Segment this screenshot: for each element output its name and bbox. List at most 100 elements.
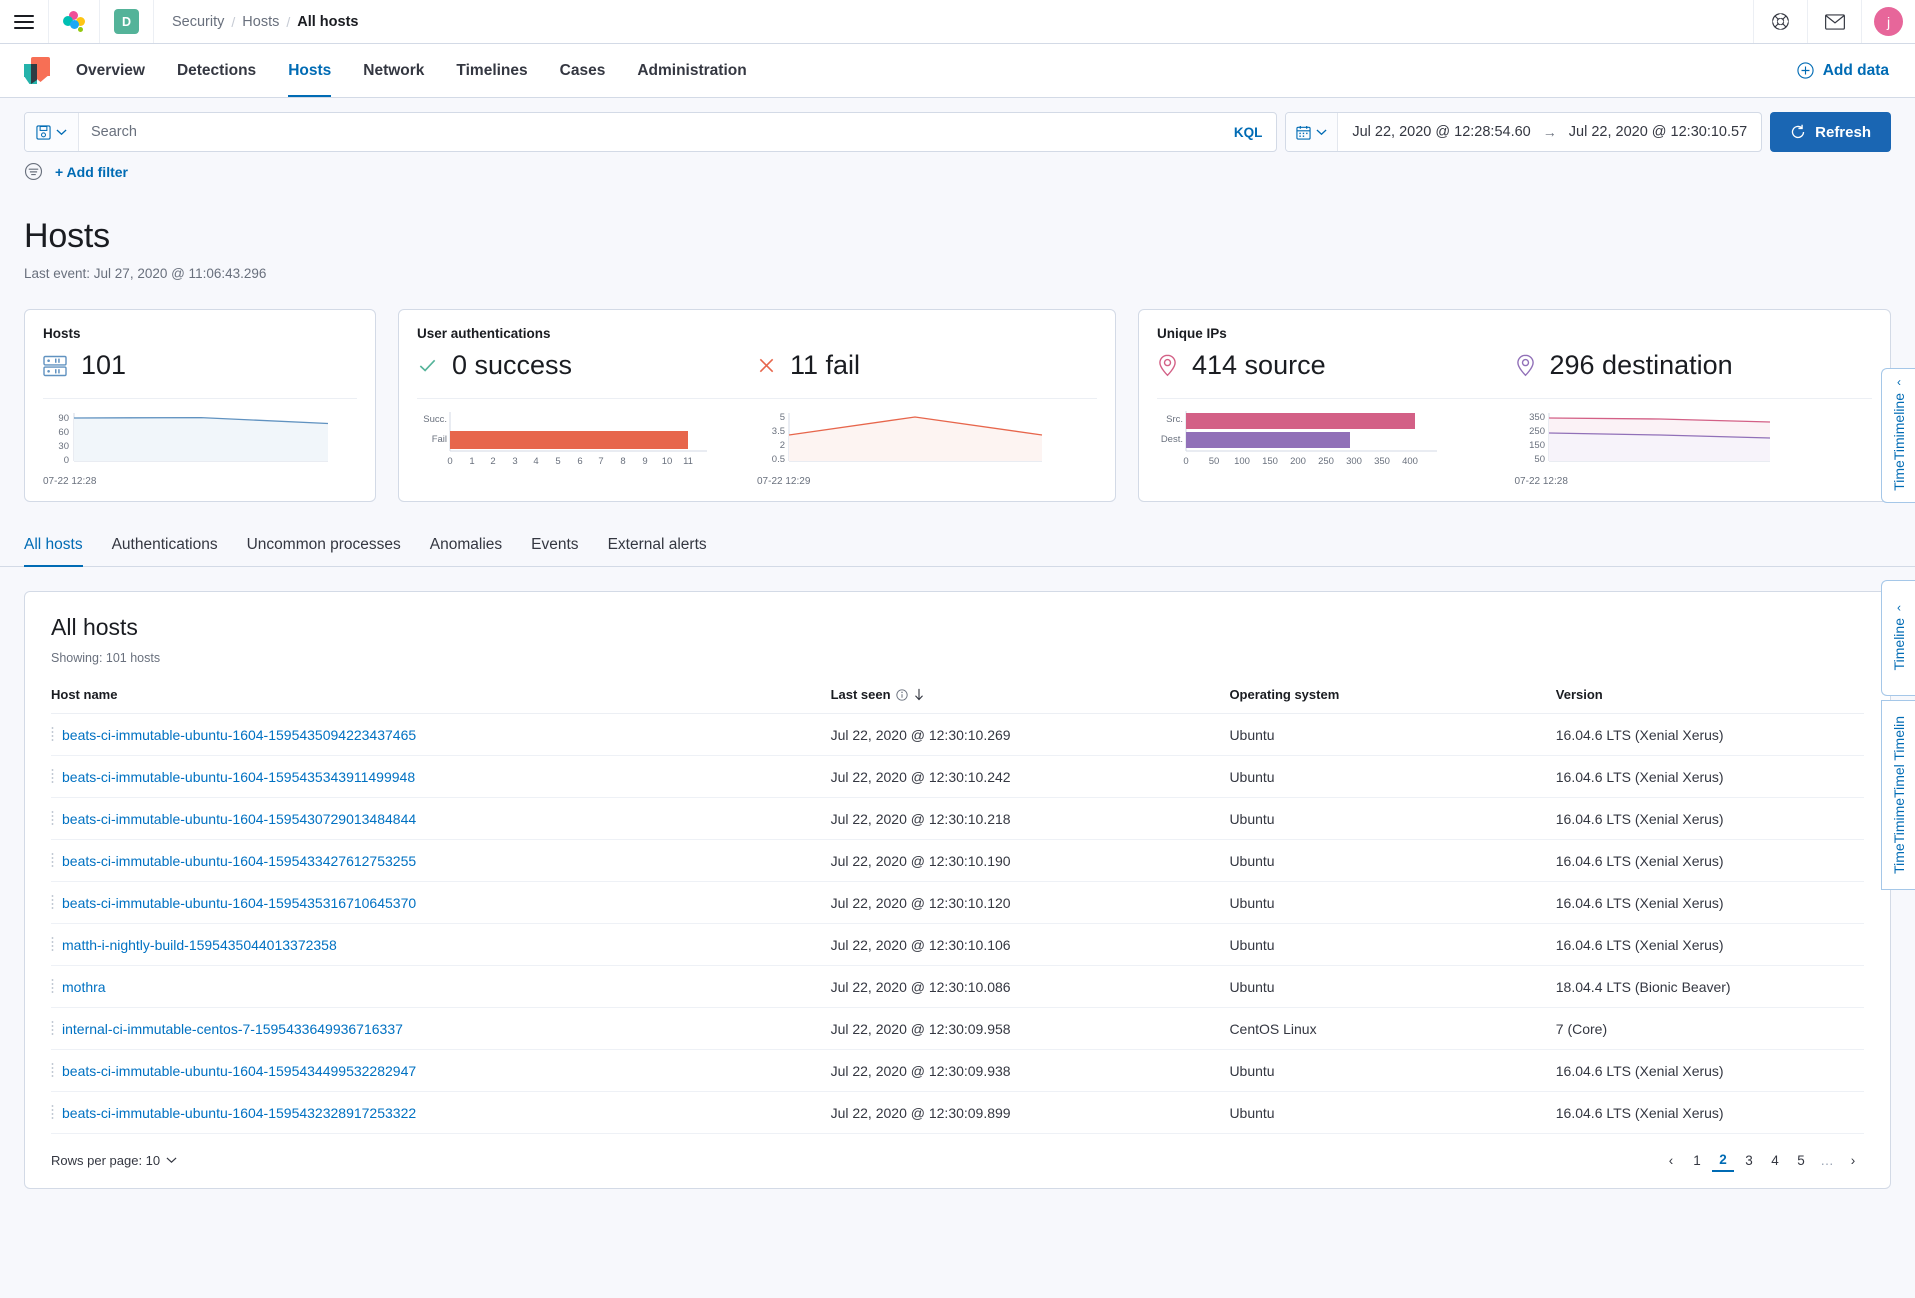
pagination-page-2[interactable]: 2 [1712, 1148, 1734, 1172]
filter-icon[interactable] [24, 162, 43, 181]
auth-area-chart-svg: 5 3.5 2 0.5 [757, 409, 1057, 471]
timeline-flyout-button-1[interactable]: TimeTimimeline ‹ [1881, 368, 1915, 503]
pagination-page-4[interactable]: 4 [1764, 1148, 1786, 1172]
breadcrumb-separator: / [231, 14, 235, 30]
host-link[interactable]: beats-ci-immutable-ubuntu-1604-159543531… [62, 895, 416, 911]
host-link[interactable]: beats-ci-immutable-ubuntu-1604-159543342… [62, 853, 416, 869]
pagination-ellipsis: … [1816, 1148, 1838, 1172]
date-range-display[interactable]: Jul 22, 2020 @ 12:28:54.60 → Jul 22, 202… [1338, 113, 1761, 151]
drag-handle-icon[interactable] [51, 810, 54, 827]
drag-handle-icon[interactable] [51, 1020, 54, 1037]
svg-text:7: 7 [598, 456, 603, 467]
drag-handle-icon[interactable] [51, 936, 54, 953]
chevron-left-icon: ‹ [1897, 600, 1901, 614]
info-icon[interactable] [896, 689, 908, 701]
svg-text:200: 200 [1290, 456, 1306, 467]
nav-item-administration[interactable]: Administration [637, 44, 746, 97]
svg-text:10: 10 [662, 456, 673, 467]
plus-circle-icon [1797, 62, 1814, 79]
cross-icon [757, 356, 776, 375]
help-icon [1771, 12, 1790, 31]
nav-item-overview[interactable]: Overview [76, 44, 145, 97]
timeline-flyout-button-3[interactable]: TimeTimimeTimel Timelin [1881, 700, 1915, 890]
host-link[interactable]: beats-ci-immutable-ubuntu-1604-159543449… [62, 1063, 416, 1079]
tab-uncommon-processes[interactable]: Uncommon processes [247, 536, 401, 566]
breadcrumb-item-security[interactable]: Security [172, 14, 224, 30]
sort-descending-icon[interactable] [913, 688, 925, 701]
nav-item-timelines[interactable]: Timelines [456, 44, 527, 97]
host-link[interactable]: mothra [62, 979, 106, 995]
user-avatar-button[interactable]: j [1861, 0, 1915, 43]
timeline-flyout-button-2[interactable]: Timeline ‹ [1881, 580, 1915, 696]
drag-handle-icon[interactable] [51, 978, 54, 995]
auth-fail-metric: 11 fail [757, 350, 1097, 381]
pagination-page-3[interactable]: 3 [1738, 1148, 1760, 1172]
host-link[interactable]: beats-ci-immutable-ubuntu-1604-159543232… [62, 1105, 416, 1121]
host-link[interactable]: beats-ci-immutable-ubuntu-1604-159543072… [62, 811, 416, 827]
rows-per-page-button[interactable]: Rows per page: 10 [51, 1153, 177, 1168]
drag-handle-icon[interactable] [51, 1104, 54, 1121]
host-link[interactable]: beats-ci-immutable-ubuntu-1604-159543509… [62, 727, 416, 743]
column-operating-system[interactable]: Operating system [1229, 687, 1555, 714]
tab-all-hosts[interactable]: All hosts [24, 536, 83, 566]
cell-last-seen: Jul 22, 2020 @ 12:30:10.086 [831, 966, 1230, 1008]
svg-text:Src.: Src. [1166, 414, 1183, 425]
elastic-logo-button[interactable] [49, 0, 100, 43]
svg-text:150: 150 [1529, 440, 1545, 451]
calendar-icon [1296, 125, 1311, 140]
table-footer: Rows per page: 10 ‹ 1 2 3 4 5 … › [51, 1134, 1864, 1188]
tab-external-alerts[interactable]: External alerts [608, 536, 707, 566]
cell-operating-system: Ubuntu [1229, 840, 1555, 882]
tab-authentications[interactable]: Authentications [112, 536, 218, 566]
breadcrumb-item-hosts[interactable]: Hosts [242, 14, 279, 30]
date-end[interactable]: Jul 22, 2020 @ 12:30:10.57 [1569, 124, 1747, 140]
nav-item-hosts[interactable]: Hosts [288, 44, 331, 97]
host-link[interactable]: internal-ci-immutable-centos-7-159543364… [62, 1021, 403, 1037]
menu-button[interactable] [0, 0, 49, 43]
cell-version: 16.04.6 LTS (Xenial Xerus) [1556, 840, 1864, 882]
tab-events[interactable]: Events [531, 536, 578, 566]
hosts-card-title: Hosts [43, 326, 357, 341]
chevron-left-icon: ‹ [1897, 375, 1901, 389]
cell-operating-system: Ubuntu [1229, 798, 1555, 840]
add-filter-button[interactable]: + Add filter [55, 164, 128, 180]
nav-item-detections[interactable]: Detections [177, 44, 256, 97]
host-link[interactable]: matth-i-nightly-build-159543504401337235… [62, 937, 337, 953]
host-link[interactable]: beats-ci-immutable-ubuntu-1604-159543534… [62, 769, 415, 785]
pagination-page-5[interactable]: 5 [1790, 1148, 1812, 1172]
pagination-page-1[interactable]: 1 [1686, 1148, 1708, 1172]
svg-text:350: 350 [1529, 412, 1545, 423]
drag-handle-icon[interactable] [51, 894, 54, 911]
ips-source-value: 414 source [1192, 350, 1326, 381]
nav-item-network[interactable]: Network [363, 44, 424, 97]
cell-operating-system: Ubuntu [1229, 882, 1555, 924]
breadcrumb-item-all-hosts[interactable]: All hosts [297, 14, 358, 30]
drag-handle-icon[interactable] [51, 768, 54, 785]
refresh-button[interactable]: Refresh [1770, 112, 1891, 152]
column-host-name[interactable]: Host name [51, 687, 831, 714]
search-input[interactable] [79, 113, 1220, 151]
column-version[interactable]: Version [1556, 687, 1864, 714]
nav-item-cases[interactable]: Cases [560, 44, 606, 97]
pagination-next[interactable]: › [1842, 1148, 1864, 1172]
tab-anomalies[interactable]: Anomalies [430, 536, 502, 566]
last-seen-sort-wrapper: Last seen [831, 687, 925, 702]
drag-handle-icon[interactable] [51, 726, 54, 743]
drag-handle-icon[interactable] [51, 852, 54, 869]
cell-last-seen: Jul 22, 2020 @ 12:30:10.218 [831, 798, 1230, 840]
space-selector[interactable]: D [100, 0, 154, 43]
host-cell: mothra [51, 978, 831, 995]
global-header-right: j [1753, 0, 1915, 43]
saved-query-button[interactable] [25, 113, 79, 151]
svg-text:3: 3 [512, 456, 517, 467]
pagination-prev[interactable]: ‹ [1660, 1148, 1682, 1172]
add-data-button[interactable]: Add data [1797, 62, 1889, 80]
save-disk-icon [36, 125, 51, 140]
date-start[interactable]: Jul 22, 2020 @ 12:28:54.60 [1352, 124, 1530, 140]
date-quick-select-button[interactable] [1286, 113, 1338, 151]
drag-handle-icon[interactable] [51, 1062, 54, 1079]
mail-button[interactable] [1807, 0, 1861, 43]
help-button[interactable] [1753, 0, 1807, 43]
query-language-button[interactable]: KQL [1220, 113, 1277, 151]
column-last-seen[interactable]: Last seen [831, 687, 1230, 714]
